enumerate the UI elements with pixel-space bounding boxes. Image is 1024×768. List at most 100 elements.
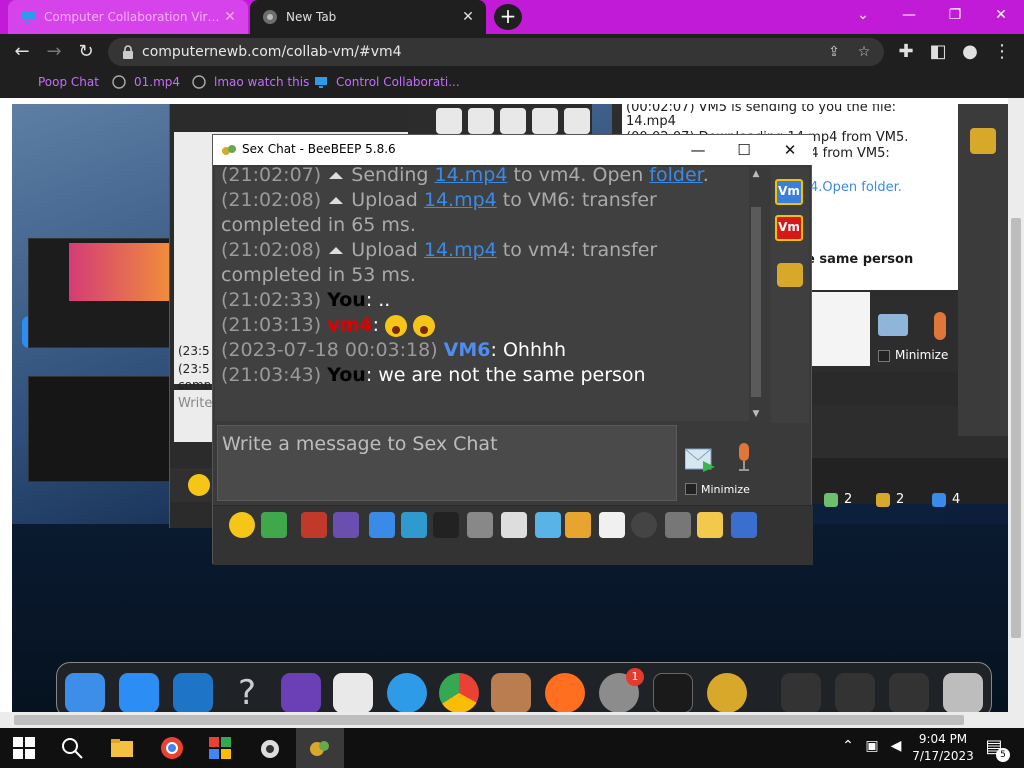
scroll-up-icon[interactable]: ▲ <box>749 167 763 181</box>
apps-icon[interactable] <box>208 736 232 760</box>
network-icon[interactable]: ▣ <box>862 738 882 754</box>
send-icon[interactable] <box>878 314 908 336</box>
scroll-thumb[interactable] <box>14 715 964 725</box>
vscode-icon[interactable] <box>173 673 213 713</box>
profile-icon[interactable]: ● <box>958 40 982 64</box>
microphone-icon[interactable] <box>934 312 946 340</box>
file-icon[interactable] <box>501 512 527 538</box>
terminal-icon[interactable] <box>653 673 693 713</box>
search-icon[interactable] <box>60 736 84 760</box>
beebeep-window[interactable]: Sex Chat - BeeBEEP 5.8.6 — ☐ ✕ (21:02:07… <box>212 134 813 565</box>
tab-search-icon[interactable]: ⌄ <box>840 0 886 30</box>
send-folder-icon[interactable] <box>565 512 591 538</box>
notes-icon[interactable] <box>697 512 723 538</box>
bookmark-poop-chat[interactable]: Poop Chat <box>38 75 99 89</box>
folder-link[interactable]: folder <box>649 167 702 186</box>
chat-scrollbar[interactable]: ▲ ▼ <box>749 167 763 421</box>
volume-icon[interactable]: ◀ <box>886 738 906 754</box>
bookmark-star-icon[interactable]: ☆ <box>854 42 874 62</box>
file-explorer-icon[interactable] <box>110 736 134 760</box>
filter-icon[interactable] <box>369 512 395 538</box>
app-store-icon[interactable] <box>119 673 159 713</box>
users-icon[interactable] <box>777 263 803 287</box>
user-badge-vm4[interactable]: Vm <box>775 215 803 241</box>
users-icon[interactable] <box>970 128 996 154</box>
minimized-window-thumbnail[interactable] <box>835 673 875 713</box>
window-thumbnail[interactable] <box>28 376 170 482</box>
microphone-icon[interactable] <box>737 443 751 473</box>
close-button[interactable]: ✕ <box>767 135 813 165</box>
scroll-thumb[interactable] <box>751 207 761 397</box>
file-link[interactable]: 14.mp4 <box>435 167 508 186</box>
spellcheck-icon[interactable] <box>433 512 459 538</box>
windows-start-icon[interactable] <box>12 736 36 760</box>
clock[interactable]: 9:04 PM 7/17/2023 <box>912 731 974 765</box>
window-titlebar[interactable]: Sex Chat - BeeBEEP 5.8.6 — ☐ ✕ <box>213 135 813 165</box>
side-panel-icon[interactable]: ◧ <box>926 40 950 64</box>
tab-collab-vm[interactable]: Computer Collaboration Virtual Ma... ✕ <box>8 0 248 34</box>
bookmark-control-collab[interactable]: Control Collaborati... <box>314 75 460 89</box>
finder-icon[interactable] <box>65 673 105 713</box>
restore-button[interactable]: ❐ <box>932 0 978 30</box>
file-link[interactable]: 14.mp4 <box>424 189 497 211</box>
visual-studio-icon[interactable] <box>281 673 321 713</box>
code-icon[interactable] <box>599 512 625 538</box>
hourglass-icon[interactable] <box>468 108 494 134</box>
scroll-down-icon[interactable]: ▼ <box>749 407 763 421</box>
color-icon[interactable] <box>333 512 359 538</box>
minimized-window-thumbnail[interactable] <box>781 673 821 713</box>
horizontal-scrollbar[interactable] <box>0 712 1008 728</box>
back-icon[interactable]: ← <box>10 40 34 64</box>
close-icon[interactable]: ✕ <box>222 9 238 25</box>
font-icon[interactable] <box>301 512 327 538</box>
new-tab-button[interactable]: + <box>494 4 522 30</box>
screenshot-icon[interactable] <box>631 512 657 538</box>
window-thumbnail[interactable] <box>28 238 170 348</box>
telephone-icon[interactable] <box>500 108 526 134</box>
beebeep-taskbar-button[interactable] <box>296 728 344 768</box>
close-icon[interactable]: ✕ <box>460 9 476 25</box>
chrome-icon[interactable] <box>439 673 479 713</box>
app-icon[interactable] <box>258 736 282 760</box>
user-badge-vm6[interactable]: Vm <box>775 179 803 205</box>
textedit-icon[interactable] <box>333 673 373 713</box>
reload-icon[interactable]: ↻ <box>74 40 98 64</box>
settings-icon[interactable] <box>401 512 427 538</box>
autocomplete-icon[interactable] <box>467 512 493 538</box>
bookmark-01-mp4[interactable]: 01.mp4 <box>112 75 180 89</box>
minimize-button[interactable]: — <box>675 135 721 165</box>
maximize-button[interactable]: ☐ <box>721 135 767 165</box>
mail-icon[interactable] <box>261 512 287 538</box>
file-link[interactable]: 14.mp4 <box>424 239 497 261</box>
vertical-scrollbar[interactable] <box>1008 98 1024 728</box>
terminal-icon[interactable] <box>665 512 691 538</box>
minimize-checkbox[interactable] <box>685 483 697 495</box>
firefox-icon[interactable] <box>545 673 585 713</box>
forward-icon[interactable]: → <box>42 40 66 64</box>
minimize-checkbox[interactable] <box>878 350 890 362</box>
chrome-icon[interactable] <box>160 736 184 760</box>
beebeep-icon[interactable] <box>707 673 747 713</box>
menu-icon[interactable]: ⋮ <box>990 40 1014 64</box>
save-icon[interactable] <box>731 512 757 538</box>
coffee-icon[interactable] <box>532 108 558 134</box>
alarm-clock-icon[interactable] <box>436 108 462 134</box>
message-input-area[interactable] <box>217 425 677 501</box>
scroll-thumb[interactable] <box>1011 218 1021 638</box>
anchor-icon[interactable] <box>564 108 590 134</box>
address-bar[interactable]: computernewb.com/collab-vm/#vm4 ⇪ ☆ <box>108 38 884 66</box>
message-input[interactable] <box>218 426 676 462</box>
help-icon[interactable]: ? <box>227 673 267 713</box>
archive-icon[interactable] <box>491 673 531 713</box>
chevron-up-icon[interactable]: ⌃ <box>838 738 858 754</box>
close-window-button[interactable]: ✕ <box>978 0 1024 30</box>
extensions-icon[interactable]: ✚ <box>894 40 918 64</box>
share-icon[interactable]: ⇪ <box>824 42 844 62</box>
safari-icon[interactable] <box>387 673 427 713</box>
bookmark-lmao[interactable]: lmao watch this <box>192 75 309 89</box>
tab-new-tab[interactable]: New Tab ✕ <box>250 0 486 34</box>
send-icon[interactable] <box>685 447 717 473</box>
smiley-icon[interactable] <box>188 474 210 496</box>
smiley-icon[interactable] <box>229 512 255 538</box>
minimize-button[interactable]: — <box>886 0 932 30</box>
